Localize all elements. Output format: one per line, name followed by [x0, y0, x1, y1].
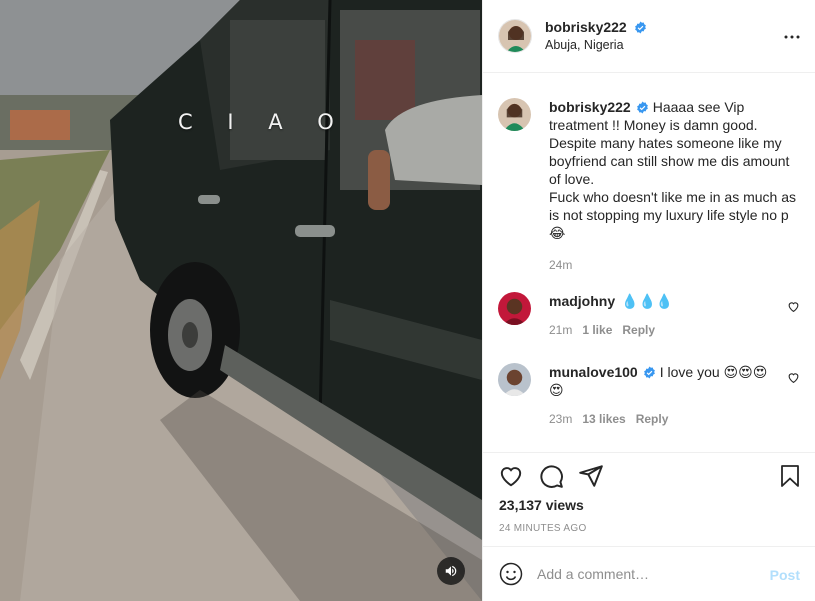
post-sidebar: bobrisky222 Abuja, Nigeria bobrisky222 H…	[482, 0, 815, 601]
heart-icon	[500, 467, 522, 487]
mute-toggle-button[interactable]	[437, 557, 465, 585]
comment-like-button[interactable]	[787, 371, 800, 387]
caption-username[interactable]: bobrisky222	[549, 99, 631, 115]
caption-author-avatar[interactable]	[498, 98, 531, 131]
like-button[interactable]	[498, 463, 524, 492]
heart-icon	[788, 373, 799, 384]
more-horizontal-icon	[784, 35, 800, 39]
commenter-avatar[interactable]	[498, 363, 531, 396]
comment-text: 💧💧💧	[621, 293, 674, 309]
comment-username[interactable]: munalove100	[549, 364, 638, 380]
video-overlay-text: C I A O	[178, 110, 348, 134]
comment-like-button[interactable]	[787, 300, 800, 316]
caption-time[interactable]: 24m	[549, 258, 572, 272]
post-header: bobrisky222 Abuja, Nigeria	[483, 0, 815, 73]
caption-text: Haaaa see Vip treatment !! Money is damn…	[549, 99, 797, 241]
comment-body: munalove100 I love you 😍😍😍 😍 23m 13 likes R…	[549, 363, 778, 428]
verified-badge-icon	[636, 101, 648, 114]
author-info: bobrisky222 Abuja, Nigeria	[545, 18, 647, 54]
share-button[interactable]	[578, 463, 604, 492]
verified-badge-icon	[643, 366, 655, 379]
comment-likes[interactable]: 13 likes	[582, 412, 625, 426]
post-timestamp[interactable]: 24 MINUTES AGO	[499, 523, 587, 534]
comment-icon	[540, 465, 563, 488]
commenter-avatar[interactable]	[498, 292, 531, 325]
speaker-icon	[445, 565, 457, 577]
comment-meta: 21m 1 like Reply	[549, 321, 778, 339]
comments-section: bobrisky222 Haaaa see Vip treatment !! Mo…	[483, 74, 815, 452]
emoji-icon[interactable]	[499, 562, 523, 586]
author-username[interactable]: bobrisky222	[545, 19, 627, 35]
video-frame	[0, 0, 482, 601]
reply-button[interactable]: Reply	[636, 412, 669, 426]
post-actions: 23,137 views 24 MINUTES AGO	[483, 452, 815, 547]
save-button[interactable]	[778, 463, 802, 492]
post-location[interactable]: Abuja, Nigeria	[545, 36, 647, 54]
comment-username[interactable]: madjohny	[549, 293, 615, 309]
comment-time[interactable]: 21m	[549, 323, 572, 337]
caption-meta: 24m	[549, 256, 800, 274]
more-options-button[interactable]	[783, 28, 801, 49]
verified-badge-icon	[634, 21, 646, 34]
comment-input[interactable]	[537, 566, 757, 582]
reply-button[interactable]: Reply	[622, 323, 655, 337]
comment-time[interactable]: 23m	[549, 412, 572, 426]
heart-icon	[788, 302, 799, 313]
comment-body: madjohny 💧💧💧 21m 1 like Reply	[549, 292, 778, 339]
comment-composer: Post	[483, 546, 815, 601]
post-comment-button[interactable]: Post	[770, 567, 800, 583]
comment-likes[interactable]: 1 like	[582, 323, 612, 337]
post-video[interactable]: C I A O	[0, 0, 482, 601]
paper-plane-icon	[579, 465, 603, 487]
author-avatar[interactable]	[498, 19, 532, 53]
view-count[interactable]: 23,137 views	[499, 497, 584, 513]
caption-body: bobrisky222 Haaaa see Vip treatment !! Mo…	[549, 98, 800, 274]
comment-meta: 23m 13 likes Reply	[549, 410, 778, 428]
comment-button[interactable]	[538, 463, 564, 492]
bookmark-icon	[781, 465, 799, 487]
